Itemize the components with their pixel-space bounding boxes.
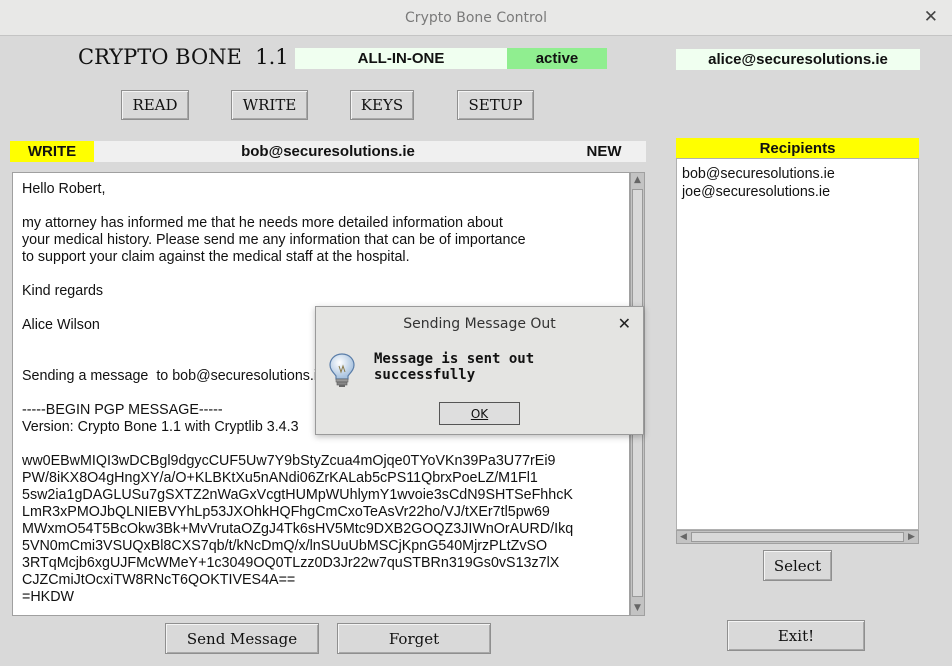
compose-state: NEW xyxy=(586,143,622,160)
dialog-title: Sending Message Out xyxy=(403,316,556,332)
window-titlebar: Crypto Bone Control ✕ xyxy=(0,0,952,36)
read-button[interactable]: READ xyxy=(121,90,189,120)
scroll-right-icon[interactable]: ▶ xyxy=(905,531,918,543)
compose-mode-label: WRITE xyxy=(10,141,94,162)
keys-button[interactable]: KEYS xyxy=(350,90,414,120)
scroll-up-icon[interactable]: ▲ xyxy=(631,173,644,187)
close-icon[interactable]: ✕ xyxy=(924,7,938,27)
scroll-down-icon[interactable]: ▼ xyxy=(631,601,644,615)
forget-button[interactable]: Forget xyxy=(337,623,491,654)
setup-button[interactable]: SETUP xyxy=(457,90,534,120)
mode-label: ALL-IN-ONE xyxy=(295,48,507,69)
user-email: alice@securesolutions.ie xyxy=(676,49,920,70)
select-button[interactable]: Select xyxy=(763,550,832,581)
list-item[interactable]: bob@securesolutions.ie xyxy=(677,159,918,183)
exit-button[interactable]: Exit! xyxy=(727,620,865,651)
lightbulb-icon xyxy=(329,353,355,387)
recipients-title: Recipients xyxy=(676,138,919,158)
recipients-list[interactable]: bob@securesolutions.ie joe@securesolutio… xyxy=(676,158,919,530)
scrollbar-thumb[interactable] xyxy=(691,532,904,542)
ok-button-label: OK xyxy=(470,406,489,421)
dialog-close-icon[interactable]: ✕ xyxy=(618,314,631,333)
status-badge: active xyxy=(507,48,607,69)
recipients-hscrollbar[interactable]: ◀ ▶ xyxy=(676,530,919,544)
window-title: Crypto Bone Control xyxy=(405,9,547,26)
write-button[interactable]: WRITE xyxy=(231,90,308,120)
send-message-button[interactable]: Send Message xyxy=(165,623,319,654)
list-item[interactable]: joe@securesolutions.ie xyxy=(677,183,918,201)
scroll-left-icon[interactable]: ◀ xyxy=(677,531,690,543)
ok-button[interactable]: OK xyxy=(439,402,520,425)
dialog-message: Message is sent out successfully xyxy=(374,351,535,383)
sent-dialog: Sending Message Out ✕ Message is sent ou… xyxy=(315,306,644,435)
compose-recipient: bob@securesolutions.ie xyxy=(241,143,415,160)
app-name: CRYPTO BONE 1.1 xyxy=(78,45,289,69)
